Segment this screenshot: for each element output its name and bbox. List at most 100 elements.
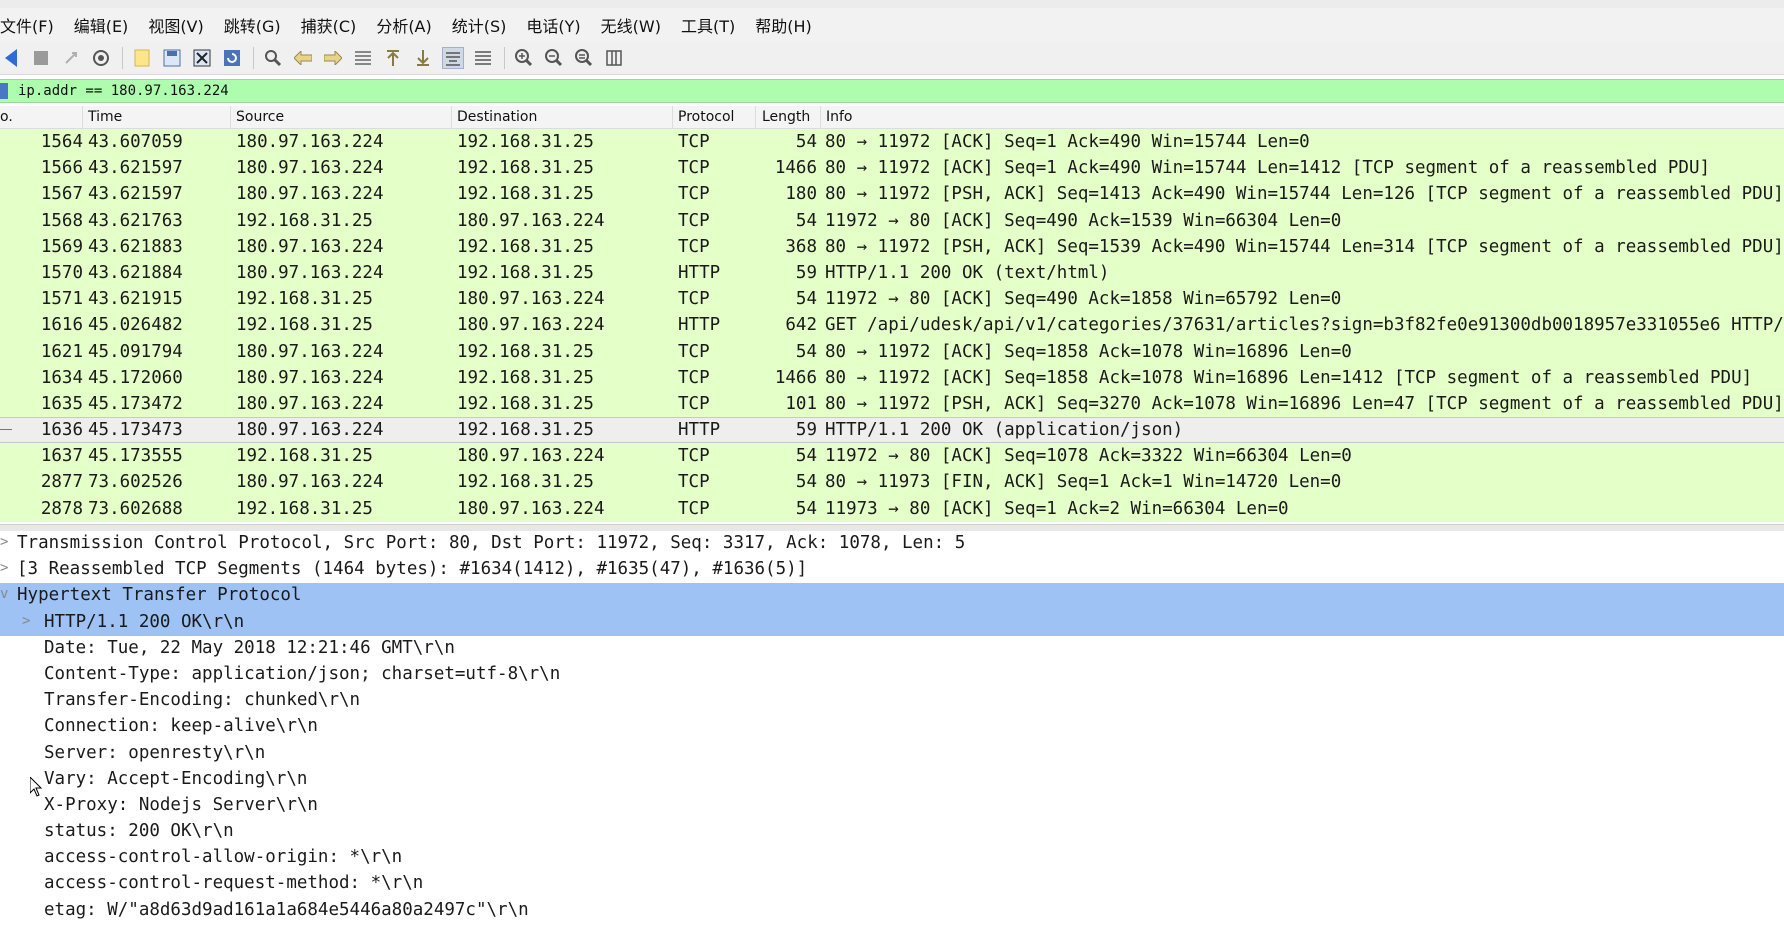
chevron-right-icon[interactable]: > [22,613,30,629]
column-divider[interactable] [230,106,231,128]
display-filter-input[interactable]: ip.addr == 180.97.163.224 [18,83,229,99]
packet-row[interactable]: 1564 43.607059 180.97.163.224 192.168.31.25… [0,129,1784,156]
column-header-protocol[interactable]: Protocol [678,109,734,125]
detail-tree-row[interactable]: Date: Tue, 22 May 2018 12:21:46 GMT\r\n [0,636,1784,662]
detail-tree-row[interactable]: X-Proxy: Nodejs Server\r\n [0,793,1784,819]
menu-edit[interactable]: 编辑(E) [74,11,129,39]
find-packet-icon[interactable] [262,47,284,69]
chevron-right-icon[interactable]: > [0,560,8,576]
detail-tree-row[interactable]: status: 200 OK\r\n [0,819,1784,845]
column-header-source[interactable]: Source [236,109,284,125]
column-header-destination[interactable]: Destination [457,109,537,125]
packet-destination-cell: 192.168.31.25 [457,158,594,179]
zoom-in-icon[interactable] [513,47,535,69]
go-first-icon[interactable] [382,47,404,69]
detail-tree-row[interactable]: etag: W/"a8d63d9ad161a1a684e5446a80a2497… [0,898,1784,924]
packet-destination-cell: 192.168.31.25 [457,393,594,414]
go-back-icon[interactable] [292,47,314,69]
menu-tools[interactable]: 工具(T) [681,11,735,39]
open-file-icon[interactable] [131,47,153,69]
packet-info-cell: 11972 → 80 [ACK] Seq=490 Ack=1858 Win=65… [825,289,1342,310]
packet-row[interactable]: 1568 43.621763 192.168.31.25 180.97.163.224… [0,207,1784,234]
column-header-time[interactable]: Time [88,109,122,125]
menu-analyze[interactable]: 分析(A) [376,11,431,39]
packet-row[interactable]: 1569 43.621883 180.97.163.224 192.168.31.25… [0,233,1784,260]
column-divider[interactable] [820,106,821,128]
detail-tree-row[interactable]: Connection: keep-alive\r\n [0,714,1784,740]
packet-row[interactable]: 1637 45.173555 192.168.31.25 180.97.163.224… [0,443,1784,470]
autoscroll-icon[interactable] [442,47,464,69]
packet-source-cell: 180.97.163.224 [236,236,384,257]
detail-tree-text: etag: W/"a8d63d9ad161a1a684e5446a80a2497… [44,899,529,920]
menu-view[interactable]: 视图(V) [148,11,203,39]
packet-protocol-cell: TCP [678,210,710,231]
go-forward-icon[interactable] [322,47,344,69]
menu-telephony[interactable]: 电话(Y) [526,11,580,39]
detail-tree-text: HTTP/1.1 200 OK\r\n [44,611,245,632]
packet-row[interactable]: 1635 45.173472 180.97.163.224 192.168.31.25… [0,390,1784,418]
menu-bar: 文件(F) 编辑(E) 视图(V) 跳转(G) 捕获(C) 分析(A) 统计(S… [0,8,1784,42]
chevron-right-icon[interactable]: > [0,534,8,550]
chevron-down-icon[interactable]: v [0,586,8,602]
packet-row[interactable]: 1566 43.621597 180.97.163.224 192.168.31.25… [0,155,1784,182]
save-file-icon[interactable] [161,47,183,69]
packet-row[interactable]: 1567 43.621597 180.97.163.224 192.168.31.25… [0,181,1784,208]
detail-tree-row[interactable]: Content-Type: application/json; charset=… [0,662,1784,688]
menu-wireless[interactable]: 无线(W) [601,11,661,39]
detail-tree-row[interactable]: Vary: Accept-Encoding\r\n [0,767,1784,793]
capture-options-icon[interactable] [90,47,112,69]
column-header-length[interactable]: Length [762,109,810,125]
packet-row[interactable]: 2877 73.602526 180.97.163.224 192.168.31.25… [0,469,1784,496]
menu-help[interactable]: 帮助(H) [755,11,812,39]
detail-tree-row[interactable]: Server: openresty\r\n [0,741,1784,767]
detail-tree-row[interactable]: access-control-request-method: *\r\n [0,871,1784,897]
reload-file-icon[interactable] [221,47,243,69]
packet-info-cell: 80 → 11972 [PSH, ACK] Seq=3270 Ack=1078 … [825,393,1784,414]
column-header-info[interactable]: Info [826,109,853,125]
detail-tree-row[interactable]: > HTTP/1.1 200 OK\r\n [0,609,1784,636]
detail-tree-row[interactable]: Transfer-Encoding: chunked\r\n [0,688,1784,714]
detail-tree-row[interactable]: v Hypertext Transfer Protocol [0,583,1784,610]
packet-no-cell: 1568 [40,210,83,231]
packet-info-cell: GET /api/udesk/api/v1/categories/37631/a… [825,315,1784,336]
column-divider[interactable] [451,106,452,128]
stop-capture-icon[interactable] [30,47,52,69]
packet-row[interactable]: 1571 43.621915 192.168.31.25 180.97.163.224… [0,286,1784,313]
detail-tree-text: Transfer-Encoding: chunked\r\n [44,690,361,711]
packet-row[interactable]: 1634 45.172060 180.97.163.224 192.168.31.25… [0,364,1784,391]
packet-row[interactable]: 1636 45.173473 180.97.163.224 192.168.31.25… [0,417,1784,444]
packet-length-cell: 59 [795,262,817,283]
go-last-icon[interactable] [412,47,434,69]
colorize-icon[interactable] [472,47,494,69]
packet-protocol-cell: TCP [678,158,710,179]
menu-capture[interactable]: 捕获(C) [301,11,357,39]
packet-protocol-cell: HTTP [678,262,721,283]
packet-row[interactable]: 2878 73.602688 192.168.31.25 180.97.163.224… [0,495,1784,522]
start-capture-icon[interactable] [0,47,22,69]
packet-row[interactable]: 1616 45.026482 192.168.31.25 180.97.163.224… [0,312,1784,339]
menu-statistics[interactable]: 统计(S) [452,11,507,39]
restart-capture-icon[interactable] [60,47,82,69]
packet-no-cell: 1616 [40,315,83,336]
column-header-no[interactable]: o. [0,109,13,125]
detail-tree-row[interactable]: > [3 Reassembled TCP Segments (1464 bytes… [0,557,1784,583]
menu-file[interactable]: 文件(F) [0,11,54,39]
packet-row[interactable]: 1570 43.621884 180.97.163.224 192.168.31.25… [0,259,1784,287]
column-divider[interactable] [755,106,756,128]
packet-time-cell: 45.173555 [88,446,183,467]
toolbar-separator [504,47,505,69]
close-file-icon[interactable] [191,47,213,69]
column-divider[interactable] [82,106,83,128]
packet-info-cell: 11973 → 80 [ACK] Seq=1 Ack=2 Win=66304 L… [825,498,1289,519]
detail-tree-text: X-Proxy: Nodejs Server\r\n [44,794,318,815]
zoom-out-icon[interactable] [543,47,565,69]
go-to-packet-icon[interactable] [352,47,374,69]
detail-tree-row[interactable]: access-control-allow-origin: *\r\n [0,845,1784,871]
resize-columns-icon[interactable] [603,47,625,69]
column-divider[interactable] [672,106,673,128]
filter-bookmark-icon[interactable] [0,83,8,99]
detail-tree-row[interactable]: > Transmission Control Protocol, Src Port… [0,531,1784,557]
packet-row[interactable]: 1621 45.091794 180.97.163.224 192.168.31.25… [0,338,1784,365]
menu-go[interactable]: 跳转(G) [224,11,281,39]
zoom-normal-icon[interactable] [573,47,595,69]
